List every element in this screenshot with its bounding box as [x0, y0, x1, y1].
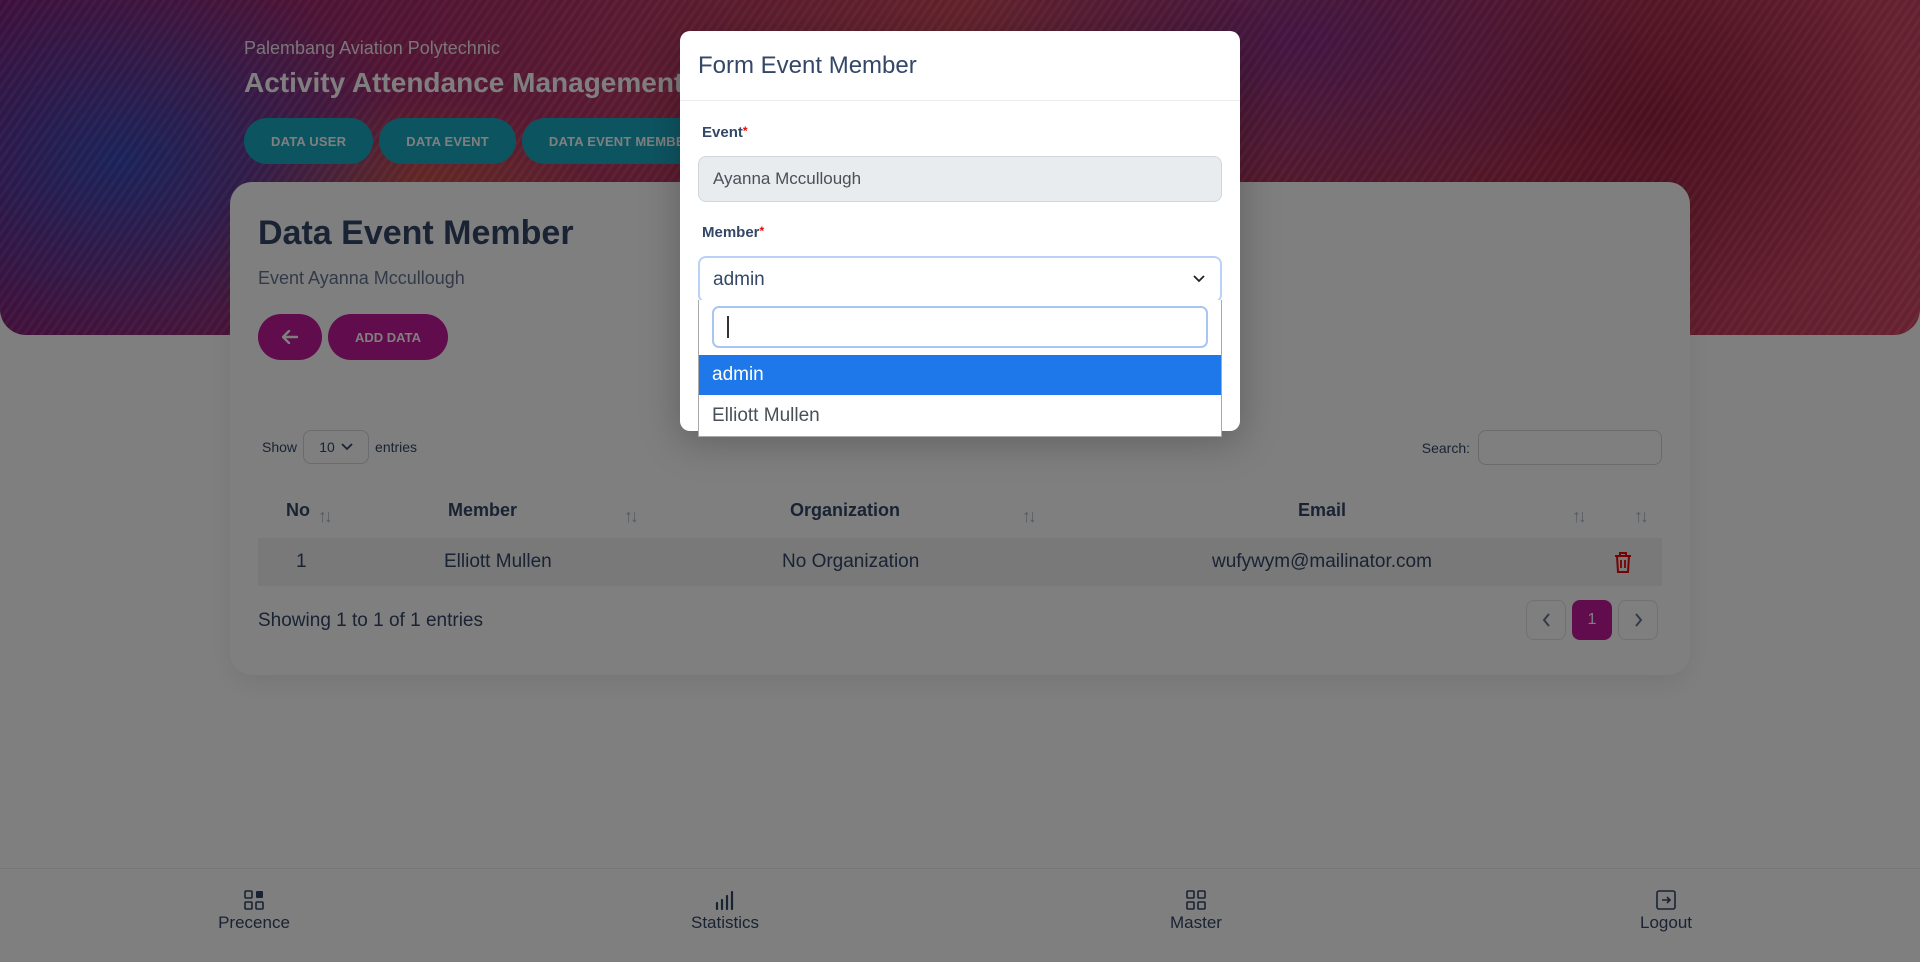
- member-select-value: admin: [713, 268, 765, 290]
- modal-title: Form Event Member: [680, 31, 1240, 101]
- event-label: Event*: [702, 124, 748, 141]
- member-select[interactable]: admin: [698, 256, 1222, 303]
- form-event-member-modal: Form Event Member Event* Ayanna Mccullou…: [680, 31, 1240, 437]
- member-dropdown: admin Elliott Mullen: [698, 300, 1222, 437]
- text-caret: [727, 316, 729, 338]
- required-mark: *: [742, 124, 748, 138]
- required-mark: *: [759, 224, 765, 238]
- event-label-text: Event: [702, 124, 743, 141]
- event-field: Ayanna Mccullough: [698, 156, 1222, 202]
- member-label: Member*: [702, 224, 764, 241]
- dropdown-option-elliott-mullen[interactable]: Elliott Mullen: [699, 396, 1221, 436]
- dropdown-option-admin[interactable]: admin: [699, 355, 1221, 395]
- member-label-text: Member: [702, 224, 760, 241]
- chevron-down-icon: [1193, 275, 1205, 283]
- dropdown-search-input[interactable]: [712, 306, 1208, 348]
